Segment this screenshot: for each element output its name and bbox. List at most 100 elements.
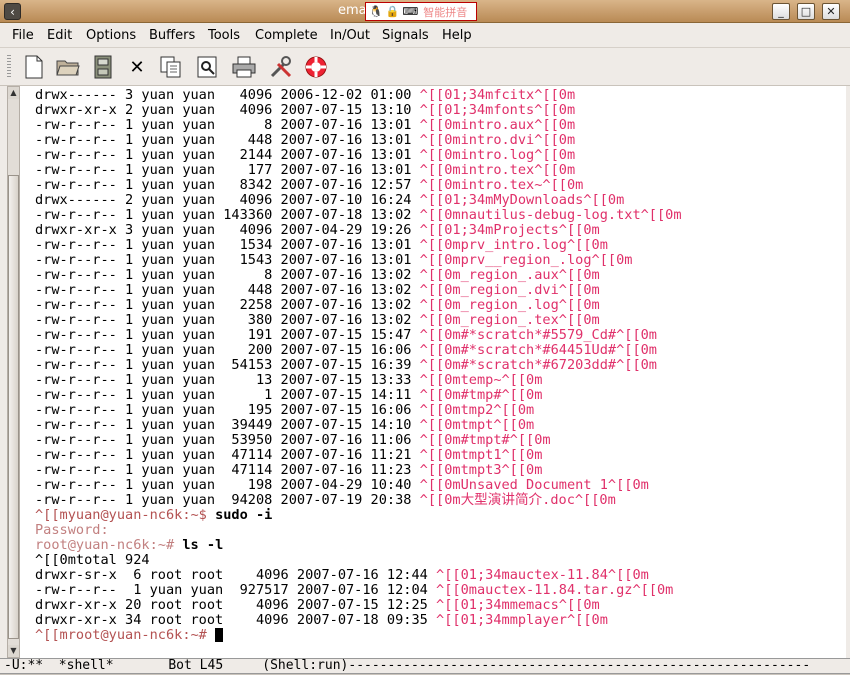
menu-bar: File Edit Options Buffers Tools Complete In/Ou… — [0, 23, 850, 48]
shell-text: ^[[01;34mmemacs^[[0m — [436, 597, 600, 613]
shell-line: drwxr-sr-x 6 root root 4096 2007-07-16 1… — [35, 568, 682, 583]
shell-text: -rw-r--r-- 1 yuan yuan 94208 2007-07-19 … — [35, 492, 420, 508]
shell-text: ^[[0mauctex-11.84.tar.gz^[[0m — [436, 582, 674, 598]
menu-complete[interactable]: Complete — [255, 28, 318, 43]
shell-line: -rw-r--r-- 1 yuan yuan 448 2007-07-16 13… — [35, 133, 682, 148]
shell-line: -rw-r--r-- 1 yuan yuan 1543 2007-07-16 1… — [35, 253, 682, 268]
shell-line: -rw-r--r-- 1 yuan yuan 2258 2007-07-16 1… — [35, 298, 682, 313]
shell-line: -rw-r--r-- 1 yuan yuan 143360 2007-07-18… — [35, 208, 682, 223]
shell-text: ^[[0mtmpt3^[[0m — [419, 462, 543, 478]
shell-line: -rw-r--r-- 1 yuan yuan 927517 2007-07-16… — [35, 583, 682, 598]
shell-text: drwx------ 2 yuan yuan 4096 2007-07-10 1… — [35, 192, 420, 208]
open-folder-icon[interactable] — [55, 54, 81, 80]
title-bar[interactable]: ‹ ema 🐧 🔒 ⌨ 智能拼音 _ □ ✕ — [0, 0, 850, 23]
copy-icon[interactable] — [158, 54, 184, 80]
shell-text: -rw-r--r-- 1 yuan yuan 2258 2007-07-16 1… — [35, 297, 420, 313]
menu-help[interactable]: Help — [442, 28, 472, 43]
shell-text: -rw-r--r-- 1 yuan yuan 47114 2007-07-16 … — [35, 462, 420, 478]
close-icon[interactable]: ✕ — [822, 3, 840, 20]
shell-text: ^[[0mnautilus-debug-log.txt^[[0m — [419, 207, 682, 223]
shell-text: -rw-r--r-- 1 yuan yuan 380 2007-07-16 13… — [35, 312, 420, 328]
shell-text: ^[[0mUnsaved Document 1^[[0m — [419, 477, 649, 493]
shell-text: ^[[0mtemp~^[[0m — [419, 372, 543, 388]
shell-text: -rw-r--r-- 1 yuan yuan 53950 2007-07-16 … — [35, 432, 420, 448]
shell-line: ^[[myuan@yuan-nc6k:~$ sudo -i — [35, 508, 682, 523]
toolbar-grip[interactable] — [7, 55, 11, 79]
shell-line: -rw-r--r-- 1 yuan yuan 191 2007-07-15 15… — [35, 328, 682, 343]
shell-line: -rw-r--r-- 1 yuan yuan 1 2007-07-15 14:1… — [35, 388, 682, 403]
shell-line: -rw-r--r-- 1 yuan yuan 13 2007-07-15 13:… — [35, 373, 682, 388]
shell-line: drwxr-xr-x 20 root root 4096 2007-07-15 … — [35, 598, 682, 613]
shell-text: -rw-r--r-- 1 yuan yuan 8 2007-07-16 13:0… — [35, 117, 420, 133]
close-buffer-icon[interactable]: ✕ — [124, 54, 150, 80]
shell-text: ^[[0mtmpt^[[0m — [419, 417, 535, 433]
shell-text: ^[[0mtmpt1^[[0m — [419, 447, 543, 463]
penguin-icon[interactable]: 🐧 — [369, 5, 383, 18]
find-icon[interactable] — [195, 54, 221, 80]
menu-options[interactable]: Options — [86, 28, 136, 43]
minimize-icon[interactable]: _ — [772, 3, 790, 20]
shell-line: -rw-r--r-- 1 yuan yuan 448 2007-07-16 13… — [35, 283, 682, 298]
shell-line: -rw-r--r-- 1 yuan yuan 1534 2007-07-16 1… — [35, 238, 682, 253]
scroll-up-arrow-icon[interactable]: ▲ — [8, 87, 19, 99]
shell-text: ^[[0m_region_.dvi^[[0m — [419, 282, 600, 298]
shell-text: sudo -i — [215, 507, 273, 523]
help-icon[interactable] — [303, 54, 329, 80]
ime-label[interactable]: 智能拼音 — [423, 4, 467, 20]
shell-text: root@yuan-nc6k:~# — [35, 537, 183, 553]
save-icon[interactable] — [90, 54, 116, 80]
menu-inout[interactable]: In/Out — [330, 28, 370, 43]
shell-line: -rw-r--r-- 1 yuan yuan 2144 2007-07-16 1… — [35, 148, 682, 163]
shell-text: ^[[0mtotal 924 — [35, 552, 150, 568]
shell-buffer[interactable]: drwx------ 3 yuan yuan 4096 2006-12-02 0… — [20, 86, 846, 658]
input-method-indicator[interactable]: 🐧 🔒 ⌨ 智能拼音 — [365, 2, 477, 21]
shell-line: -rw-r--r-- 1 yuan yuan 8 2007-07-16 13:0… — [35, 118, 682, 133]
shell-line: -rw-r--r-- 1 yuan yuan 47114 2007-07-16 … — [35, 448, 682, 463]
maximize-icon[interactable]: □ — [797, 3, 815, 20]
shell-text: -rw-r--r-- 1 yuan yuan 8342 2007-07-16 1… — [35, 177, 420, 193]
scroll-down-arrow-icon[interactable]: ▼ — [8, 645, 19, 657]
shell-text: ^[[01;34mProjects^[[0m — [419, 222, 600, 238]
emacs-window-icon[interactable]: ‹ — [4, 3, 21, 20]
menu-edit[interactable]: Edit — [47, 28, 72, 43]
shell-line: drwxr-xr-x 3 yuan yuan 4096 2007-04-29 1… — [35, 223, 682, 238]
shell-text: ^[[0mintro.tex~^[[0m — [419, 177, 584, 193]
shell-line: -rw-r--r-- 1 yuan yuan 53950 2007-07-16 … — [35, 433, 682, 448]
new-file-icon[interactable] — [21, 54, 47, 80]
shell-text: -rw-r--r-- 1 yuan yuan 177 2007-07-16 13… — [35, 162, 420, 178]
shell-text: drwxr-xr-x 20 root root 4096 2007-07-15 … — [35, 597, 437, 613]
shell-text: -rw-r--r-- 1 yuan yuan 448 2007-07-16 13… — [35, 132, 420, 148]
shell-text: ^[[0mintro.tex^[[0m — [419, 162, 576, 178]
vertical-scrollbar[interactable]: ▲ ▼ — [7, 86, 20, 658]
customize-icon[interactable] — [268, 54, 294, 80]
mode-line[interactable]: -U:** *shell* Bot L45 (Shell:run)-------… — [0, 658, 850, 674]
menu-signals[interactable]: Signals — [382, 28, 429, 43]
shell-text: ^[[0m#tmp#^[[0m — [419, 387, 543, 403]
shell-text: ^[[0m#*scratch*#5579_Cd#^[[0m — [419, 327, 657, 343]
menu-tools[interactable]: Tools — [208, 28, 240, 43]
print-icon[interactable] — [231, 54, 257, 80]
minibuffer[interactable] — [0, 674, 850, 692]
shell-text: ^[[01;34mMyDownloads^[[0m — [419, 192, 625, 208]
menu-file[interactable]: File — [12, 28, 34, 43]
lock-icon[interactable]: 🔒 — [386, 5, 400, 18]
scrollbar-thumb[interactable] — [8, 175, 19, 639]
shell-line: Password: — [35, 523, 682, 538]
shell-text: -rw-r--r-- 1 yuan yuan 191 2007-07-15 15… — [35, 327, 420, 343]
shell-text: -rw-r--r-- 1 yuan yuan 2144 2007-07-16 1… — [35, 147, 420, 163]
shell-text: ^[[01;34mmplayer^[[0m — [436, 612, 608, 628]
keyboard-icon[interactable]: ⌨ — [402, 5, 418, 18]
shell-text: ^[[01;34mauctex-11.84^[[0m — [436, 567, 649, 583]
shell-text: -rw-r--r-- 1 yuan yuan 195 2007-07-15 16… — [35, 402, 420, 418]
shell-text: drwxr-xr-x 34 root root 4096 2007-07-18 … — [35, 612, 437, 628]
shell-text: drwxr-xr-x 3 yuan yuan 4096 2007-04-29 1… — [35, 222, 420, 238]
shell-text: ^[[0m#*scratch*#67203dd#^[[0m — [419, 357, 657, 373]
shell-line: -rw-r--r-- 1 yuan yuan 195 2007-07-15 16… — [35, 403, 682, 418]
shell-text: ^[[0m#tmpt#^[[0m — [419, 432, 551, 448]
shell-line: root@yuan-nc6k:~# ls -l — [35, 538, 682, 553]
menu-buffers[interactable]: Buffers — [149, 28, 195, 43]
shell-text: -rw-r--r-- 1 yuan yuan 198 2007-04-29 10… — [35, 477, 420, 493]
shell-text: Password: — [35, 522, 109, 538]
shell-line: drwx------ 3 yuan yuan 4096 2006-12-02 0… — [35, 88, 682, 103]
shell-text: -rw-r--r-- 1 yuan yuan 448 2007-07-16 13… — [35, 282, 420, 298]
